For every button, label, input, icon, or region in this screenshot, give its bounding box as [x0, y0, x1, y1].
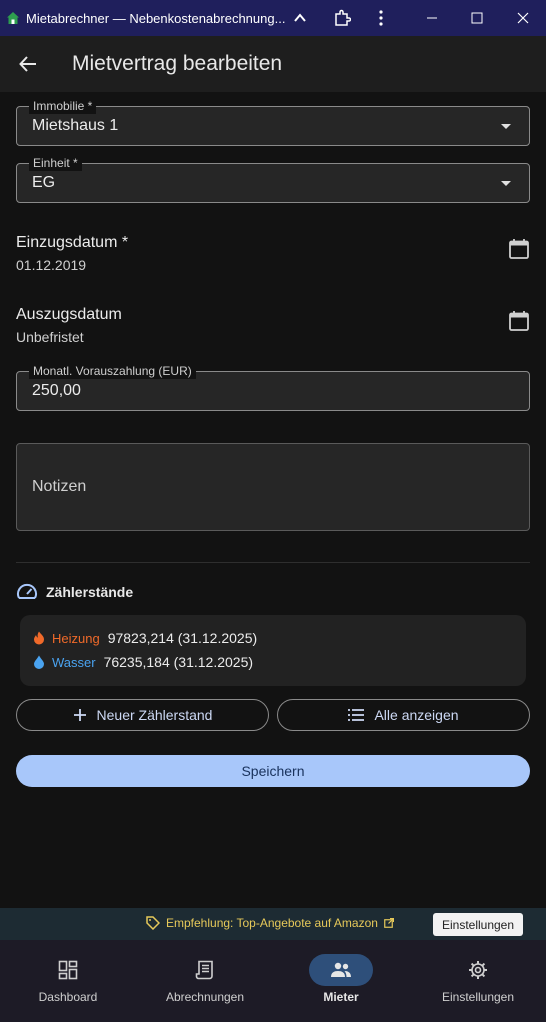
tag-icon	[146, 916, 160, 930]
prepayment-field[interactable]: Monatl. Vorauszahlung (EUR) 250,00	[16, 363, 530, 411]
show-all-label: Alle anzeigen	[374, 707, 459, 723]
water-drop-icon	[34, 655, 44, 669]
bottom-navigation: Dashboard Abrechnungen Mieter Einstellun…	[0, 940, 546, 1022]
prepayment-label: Monatl. Vorauszahlung (EUR)	[29, 363, 196, 379]
nav-label: Abrechnungen	[165, 990, 245, 1004]
meter-value: 97823,214 (31.12.2025)	[107, 630, 258, 646]
property-select[interactable]: Immobilie * Mietshaus 1	[16, 98, 530, 146]
window-titlebar: Mietabrechner — Nebenkostenabrechnung...	[0, 0, 546, 36]
prepayment-value: 250,00	[32, 382, 81, 399]
meter-reading-row: Wasser 76235,184 (31.12.2025)	[32, 652, 253, 672]
open-in-new-icon	[384, 918, 394, 928]
divider	[16, 562, 530, 563]
nav-mieter[interactable]: Mieter	[273, 940, 409, 1022]
settings-icon	[469, 961, 487, 979]
recommendation-bar: Empfehlung: Top-Angebote auf Amazon Eins…	[0, 908, 546, 940]
recommendation-link[interactable]: Empfehlung: Top-Angebote auf Amazon	[146, 916, 394, 930]
move-out-value: Unbefristet	[16, 329, 84, 345]
nav-abrechnungen[interactable]: Abrechnungen	[137, 940, 273, 1022]
move-in-date-field[interactable]: Einzugsdatum * 01.12.2019	[16, 234, 530, 282]
move-in-value: 01.12.2019	[16, 257, 87, 273]
minimize-icon[interactable]	[412, 0, 452, 36]
new-meter-reading-button[interactable]: Neuer Zählerstand	[16, 699, 269, 731]
meter-name: Wasser	[52, 654, 96, 670]
recommendation-text: Empfehlung: Top-Angebote auf Amazon	[166, 916, 378, 930]
nav-label: Mieter	[323, 990, 359, 1004]
unit-select[interactable]: Einheit * EG	[16, 155, 530, 203]
property-value: Mietshaus 1	[32, 117, 119, 134]
meter-readings-card: Heizung 97823,214 (31.12.2025) Wasser 76…	[20, 615, 526, 686]
move-in-label: Einzugsdatum *	[16, 234, 129, 251]
form-content: Immobilie * Mietshaus 1 Einheit * EG Ein…	[0, 92, 546, 908]
list-icon	[348, 709, 365, 721]
nav-dashboard[interactable]: Dashboard	[0, 940, 136, 1022]
app-bar: Mietvertrag bearbeiten	[0, 36, 546, 92]
move-out-date-field[interactable]: Auszugsdatum Unbefristet	[16, 306, 530, 354]
speedometer-icon	[17, 583, 37, 599]
notes-field[interactable]: Notizen	[16, 443, 530, 531]
dropdown-arrow-icon	[501, 181, 511, 186]
extensions-icon[interactable]	[322, 0, 362, 36]
ad-settings-button[interactable]: Einstellungen	[433, 913, 523, 936]
meter-section-header: Zählerstände	[16, 581, 133, 603]
dashboard-icon	[58, 960, 78, 980]
nav-label: Dashboard	[38, 990, 98, 1004]
meter-value: 76235,184 (31.12.2025)	[103, 654, 254, 670]
unit-value: EG	[32, 174, 56, 191]
show-all-button[interactable]: Alle anzeigen	[277, 699, 530, 731]
move-out-label: Auszugsdatum	[16, 306, 122, 323]
dropdown-arrow-icon	[501, 124, 511, 129]
property-label: Immobilie *	[29, 98, 97, 114]
notes-placeholder: Notizen	[32, 478, 87, 495]
meter-name: Heizung	[52, 630, 100, 646]
save-button[interactable]: Speichern	[16, 755, 530, 787]
receipt-icon	[195, 960, 213, 980]
new-meter-reading-label: Neuer Zählerstand	[96, 707, 213, 723]
maximize-icon[interactable]	[457, 0, 497, 36]
calendar-icon[interactable]	[508, 238, 530, 260]
people-icon	[331, 962, 351, 977]
fire-icon	[34, 631, 44, 645]
meter-reading-row: Heizung 97823,214 (31.12.2025)	[32, 628, 257, 648]
nav-einstellungen[interactable]: Einstellungen	[410, 940, 546, 1022]
more-vert-icon[interactable]	[361, 0, 401, 36]
home-icon	[6, 11, 20, 25]
unit-label: Einheit *	[29, 155, 82, 171]
nav-label: Einstellungen	[441, 990, 515, 1004]
close-icon[interactable]	[503, 0, 543, 36]
arrow-back-icon	[19, 56, 36, 72]
chevron-up-icon[interactable]	[280, 0, 320, 36]
calendar-icon[interactable]	[508, 310, 530, 332]
page-title: Mietvertrag bearbeiten	[72, 52, 283, 75]
meter-section-title: Zählerstände	[46, 584, 134, 600]
window-title: Mietabrechner — Nebenkostenabrechnung...	[26, 10, 286, 26]
back-button[interactable]	[0, 36, 56, 92]
plus-icon	[73, 709, 86, 721]
